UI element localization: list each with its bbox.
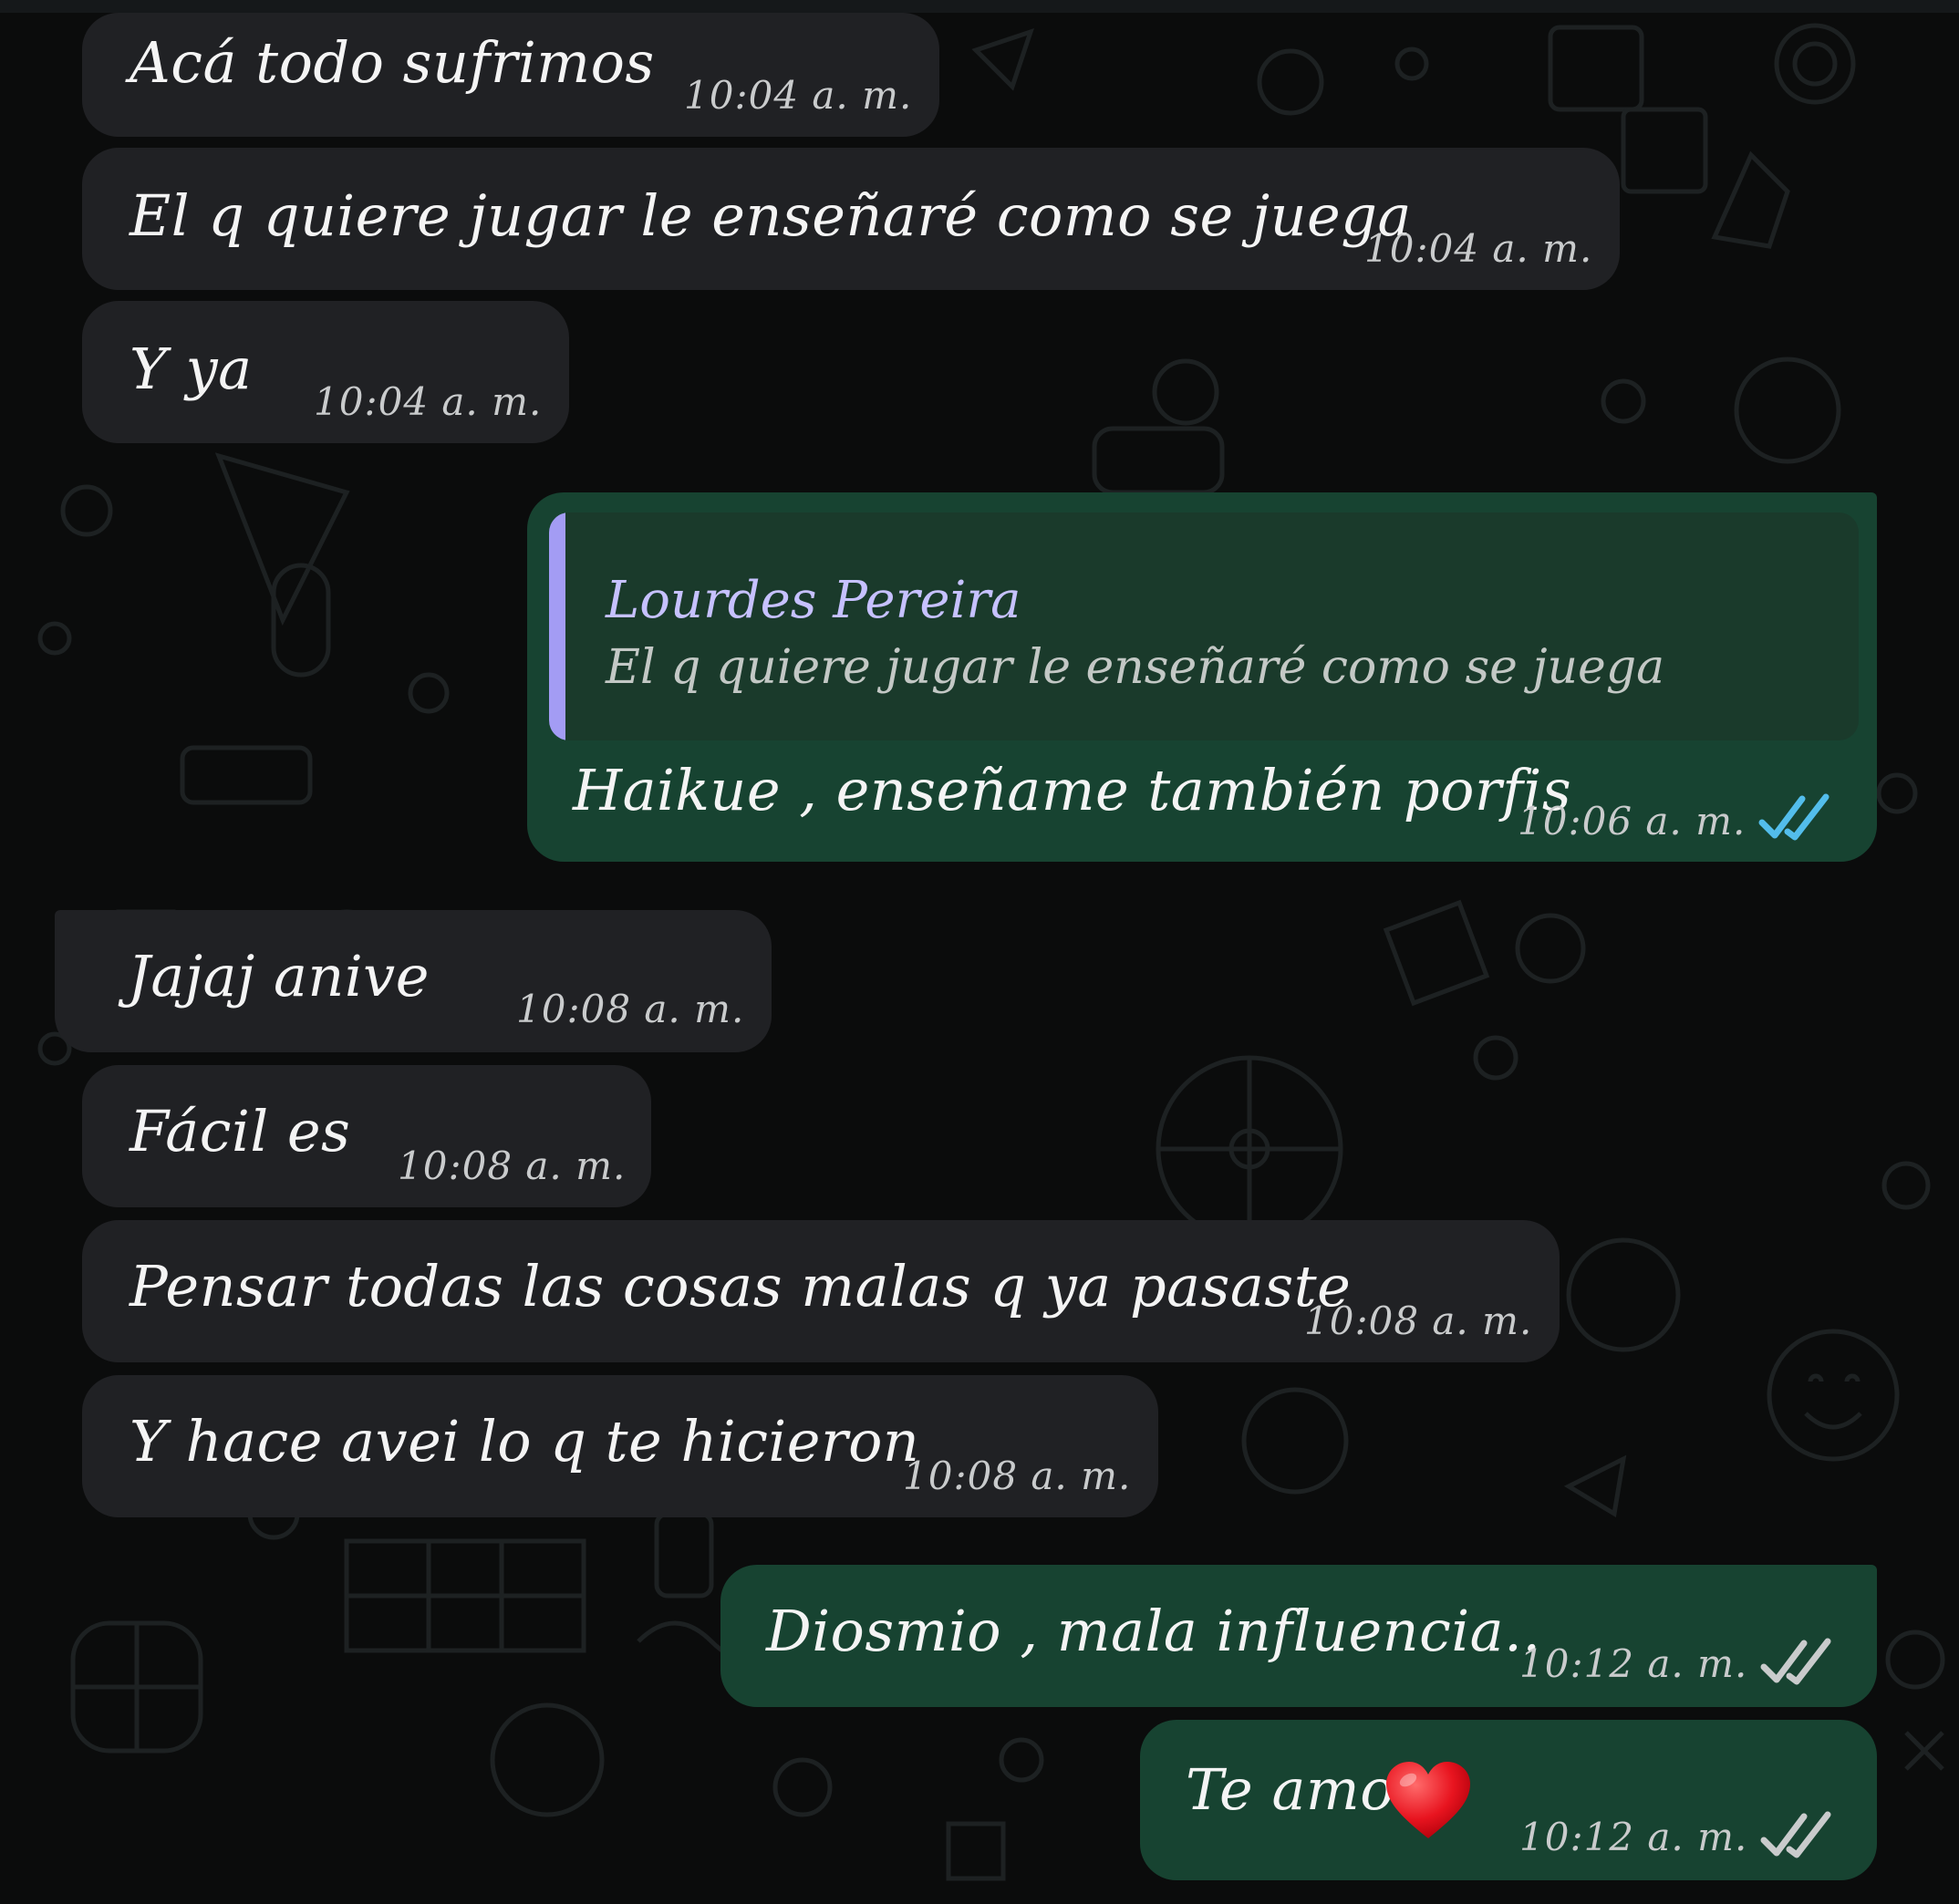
message-text: Y hace avei lo q te hicieron [130,1408,920,1475]
message-time: 10:08 a. m. [1304,1299,1533,1343]
incoming-message[interactable]: Jajaj anive 10:08 a. m. [55,910,772,1052]
message-time: 10:08 a. m. [903,1454,1132,1498]
message-time: 10:06 a. m. [1518,799,1747,843]
outgoing-message[interactable]: Diosmio , mala influencia.. 10:12 a. m. [720,1565,1877,1707]
incoming-message[interactable]: El q quiere jugar le enseñaré como se ju… [82,148,1620,290]
message-text: Fácil es [130,1098,351,1164]
quoted-message[interactable]: Lourdes Pereira El q quiere jugar le ens… [549,512,1859,740]
message-time: 10:08 a. m. [398,1143,627,1188]
incoming-message[interactable]: Pensar todas las cosas malas q ya pasast… [82,1220,1560,1362]
message-text: Haikue , enseñame también porfis [573,757,1572,823]
outgoing-reply-message[interactable]: Lourdes Pereira El q quiere jugar le ens… [527,492,1877,862]
incoming-message[interactable]: Y hace avei lo q te hicieron 10:08 a. m. [82,1375,1158,1517]
message-time: 10:04 a. m. [684,73,913,118]
message-text: Jajaj anive [128,943,430,1009]
message-time: 10:04 a. m. [1364,226,1593,271]
message-time: 10:04 a. m. [314,379,543,424]
quoted-author: Lourdes Pereira [606,571,1021,630]
message-text: Acá todo sufrimos [130,29,655,96]
red-heart-emoji-icon [1386,1762,1470,1838]
delivered-ticks-icon [1760,1638,1831,1685]
message-text: Y ya [130,336,253,402]
message-text: Te amo [1186,1756,1395,1823]
message-text: Diosmio , mala influencia.. [766,1598,1541,1664]
message-time: 10:12 a. m. [1519,1815,1748,1859]
delivered-ticks-icon [1760,1811,1831,1858]
quote-accent-bar [549,512,565,740]
message-text: El q quiere jugar le enseñaré como se ju… [130,182,1412,249]
incoming-message[interactable]: Fácil es 10:08 a. m. [82,1065,651,1207]
quoted-text: El q quiere jugar le enseñaré como se ju… [606,640,1665,695]
message-time: 10:08 a. m. [516,987,745,1031]
read-ticks-icon [1758,793,1829,841]
message-time: 10:12 a. m. [1519,1641,1748,1686]
incoming-message[interactable]: Y ya 10:04 a. m. [82,301,569,443]
incoming-message[interactable]: Acá todo sufrimos 10:04 a. m. [82,13,939,137]
outgoing-message[interactable]: Te amo 10:12 a. m. [1140,1720,1877,1880]
message-text: Pensar todas las cosas malas q ya pasast… [130,1253,1352,1319]
